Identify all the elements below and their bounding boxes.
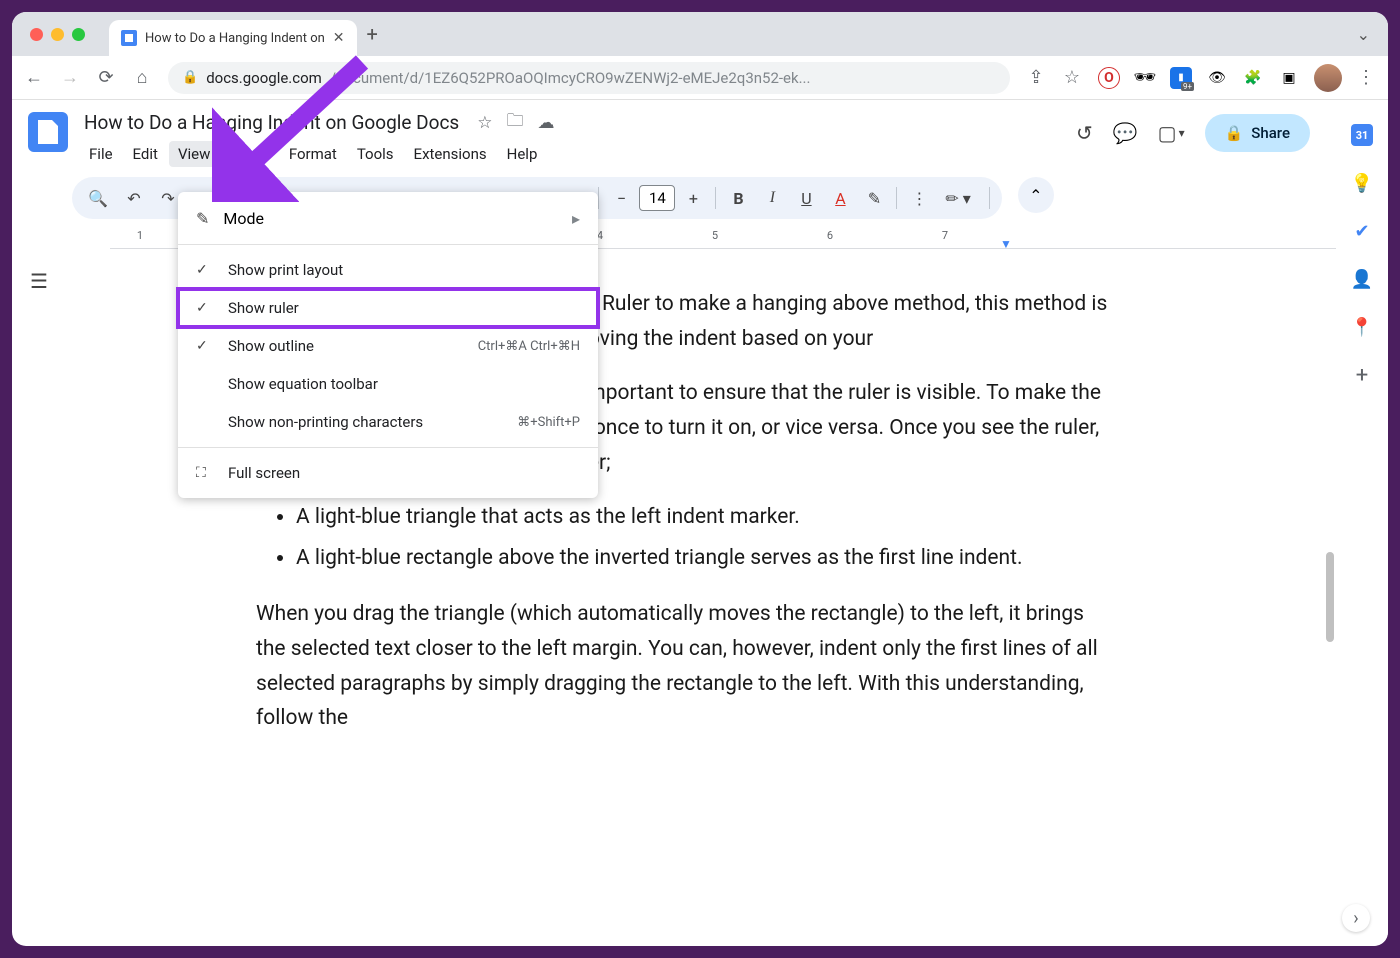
scrollbar-thumb[interactable] bbox=[1326, 552, 1334, 642]
menu-bar: File Edit View Insert Format Tools Exten… bbox=[80, 141, 1064, 167]
menu-file[interactable]: File bbox=[80, 141, 122, 167]
reload-button[interactable]: ⟳ bbox=[96, 67, 116, 88]
menu-show-print-layout[interactable]: ✓ Show print layout bbox=[178, 251, 598, 289]
forward-button[interactable]: → bbox=[60, 67, 80, 88]
tab-title: How to Do a Hanging Indent on bbox=[145, 31, 325, 46]
list-item: A light-blue rectangle above the inverte… bbox=[296, 541, 1110, 576]
comments-icon[interactable]: 💬 bbox=[1113, 121, 1138, 145]
move-document-icon[interactable]: 🗀 bbox=[506, 108, 523, 137]
extensions-area: O 🕶 ▮9+ 👁 🧩 ▣ ⋮ bbox=[1098, 64, 1376, 92]
fullscreen-icon: ⛶ bbox=[196, 465, 214, 481]
decrease-font-icon[interactable]: − bbox=[609, 185, 633, 212]
menu-full-screen[interactable]: ⛶ Full screen bbox=[178, 454, 598, 492]
text-color-icon[interactable]: A bbox=[828, 185, 852, 212]
maps-icon[interactable]: 📍 bbox=[1351, 316, 1373, 338]
bullet-list: A light-blue triangle that acts as the l… bbox=[296, 500, 1110, 575]
collapse-toolbar-icon[interactable]: ⌃ bbox=[1018, 177, 1054, 213]
check-icon: ✓ bbox=[196, 262, 214, 278]
submenu-arrow-icon: ▸ bbox=[572, 209, 580, 228]
check-icon: ✓ bbox=[196, 300, 214, 316]
search-icon[interactable]: 🔍 bbox=[84, 185, 112, 212]
address-bar[interactable]: 🔒 docs.google.com/document/d/1EZ6Q52PROa… bbox=[168, 62, 1010, 94]
close-tab-icon[interactable]: ✕ bbox=[333, 30, 345, 46]
lock-icon: 🔒 bbox=[182, 70, 198, 85]
right-indent-marker[interactable]: ▼ bbox=[1000, 237, 1012, 251]
bookmark-star-icon[interactable]: ☆ bbox=[1062, 67, 1082, 88]
home-button[interactable]: ⌂ bbox=[132, 67, 152, 88]
ublock-extension-icon[interactable]: O bbox=[1098, 67, 1120, 89]
menu-show-ruler[interactable]: ✓ Show ruler bbox=[178, 289, 598, 327]
window-controls bbox=[20, 28, 95, 41]
redo-icon[interactable]: ↷ bbox=[156, 185, 180, 212]
share-button[interactable]: 🔒 Share bbox=[1205, 114, 1310, 152]
menu-show-outline[interactable]: ✓ Show outline Ctrl+⌘A Ctrl+⌘H bbox=[178, 327, 598, 365]
docs-logo-icon[interactable] bbox=[28, 112, 68, 152]
cloud-status-icon[interactable]: ☁ bbox=[537, 113, 554, 133]
hide-sidepanel-icon[interactable]: › bbox=[1342, 904, 1370, 932]
body-paragraph: When you drag the triangle (which automa… bbox=[256, 597, 1110, 736]
lock-icon: 🔒 bbox=[1225, 124, 1244, 142]
extension-icon-2[interactable]: 🕶 bbox=[1134, 67, 1156, 89]
side-panel: 31 💡 ✔ 👤 📍 + bbox=[1336, 100, 1388, 946]
browser-toolbar: ← → ⟳ ⌂ 🔒 docs.google.com/document/d/1EZ… bbox=[12, 56, 1388, 100]
tab-list-chevron-icon[interactable]: ⌄ bbox=[1357, 25, 1370, 44]
font-size-control: − 14 + bbox=[609, 185, 705, 212]
editing-mode-icon[interactable]: ✏ ▾ bbox=[941, 185, 974, 212]
profile-avatar[interactable] bbox=[1314, 64, 1342, 92]
new-tab-button[interactable]: + bbox=[367, 22, 378, 46]
pencil-icon: ✎ bbox=[196, 209, 209, 228]
calendar-icon[interactable]: 31 bbox=[1351, 124, 1373, 146]
extension-icon-4[interactable]: 👁 bbox=[1206, 67, 1228, 89]
keep-icon[interactable]: 💡 bbox=[1351, 172, 1373, 194]
docs-favicon bbox=[121, 30, 137, 46]
add-addon-icon[interactable]: + bbox=[1351, 364, 1373, 386]
browser-tab-bar: How to Do a Hanging Indent on ✕ + ⌄ bbox=[12, 12, 1388, 56]
italic-icon[interactable]: I bbox=[760, 185, 784, 211]
tasks-icon[interactable]: ✔ bbox=[1351, 220, 1373, 242]
back-button[interactable]: ← bbox=[24, 67, 44, 88]
list-item: A light-blue triangle that acts as the l… bbox=[296, 500, 1110, 535]
more-toolbar-icon[interactable]: ⋮ bbox=[907, 185, 931, 212]
menu-view[interactable]: View bbox=[169, 141, 219, 167]
bold-icon[interactable]: B bbox=[726, 185, 750, 212]
minimize-window-button[interactable] bbox=[51, 28, 64, 41]
sidepanel-icon[interactable]: ▣ bbox=[1278, 67, 1300, 89]
extension-icon-3[interactable]: ▮9+ bbox=[1170, 67, 1192, 89]
extensions-puzzle-icon[interactable]: 🧩 bbox=[1242, 67, 1264, 89]
contacts-icon[interactable]: 👤 bbox=[1351, 268, 1373, 290]
share-page-icon[interactable]: ⇪ bbox=[1026, 67, 1046, 88]
camera-icon: ▢ bbox=[1158, 121, 1177, 145]
font-size-input[interactable]: 14 bbox=[639, 185, 675, 211]
view-menu-dropdown: ✎ Mode ▸ ✓ Show print layout ✓ Show rule… bbox=[178, 192, 598, 498]
menu-format[interactable]: Format bbox=[280, 141, 346, 167]
menu-extensions[interactable]: Extensions bbox=[405, 141, 496, 167]
meet-button[interactable]: ▢▾ bbox=[1158, 121, 1185, 145]
menu-mode-row[interactable]: ✎ Mode ▸ bbox=[178, 198, 598, 238]
url-path: /document/d/1EZ6Q52PROaOQImcyCRO9wZENWj2… bbox=[330, 69, 811, 87]
docs-header: How to Do a Hanging Indent on Google Doc… bbox=[12, 100, 1388, 167]
share-label: Share bbox=[1251, 124, 1290, 142]
highlight-icon[interactable]: ✎ bbox=[862, 185, 886, 212]
menu-edit[interactable]: Edit bbox=[124, 141, 167, 167]
menu-show-nonprinting[interactable]: Show non-printing characters ⌘+Shift+P bbox=[178, 403, 598, 441]
browser-menu-icon[interactable]: ⋮ bbox=[1356, 67, 1376, 88]
history-icon[interactable]: ↺ bbox=[1076, 121, 1093, 145]
star-document-icon[interactable]: ☆ bbox=[477, 113, 492, 133]
menu-insert[interactable]: Insert bbox=[221, 141, 277, 167]
document-title[interactable]: How to Do a Hanging Indent on Google Doc… bbox=[80, 109, 463, 136]
menu-help[interactable]: Help bbox=[498, 141, 547, 167]
maximize-window-button[interactable] bbox=[72, 28, 85, 41]
menu-tools[interactable]: Tools bbox=[348, 141, 403, 167]
underline-icon[interactable]: U bbox=[794, 185, 818, 212]
url-host: docs.google.com bbox=[206, 69, 322, 87]
increase-font-icon[interactable]: + bbox=[681, 185, 705, 212]
menu-show-equation-toolbar[interactable]: Show equation toolbar bbox=[178, 365, 598, 403]
document-outline-icon[interactable]: ☰ bbox=[30, 269, 48, 946]
undo-icon[interactable]: ↶ bbox=[122, 185, 146, 212]
close-window-button[interactable] bbox=[30, 28, 43, 41]
check-icon: ✓ bbox=[196, 338, 214, 354]
browser-tab[interactable]: How to Do a Hanging Indent on ✕ bbox=[109, 20, 357, 56]
